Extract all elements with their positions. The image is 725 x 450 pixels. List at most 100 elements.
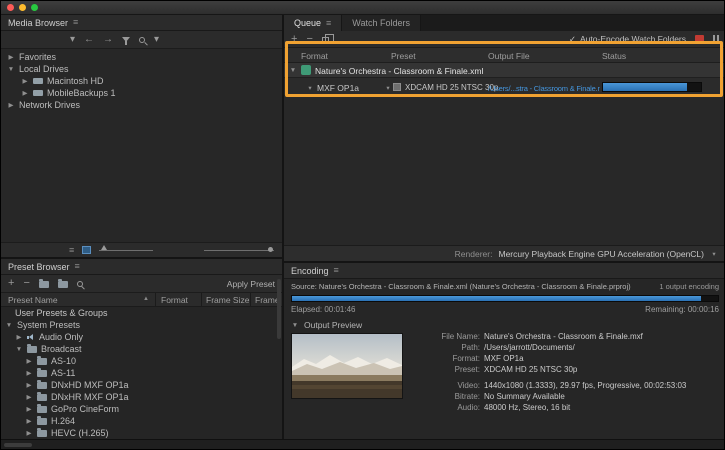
preset-item-hevc[interactable]: ▶ HEVC (H.265)	[1, 427, 282, 439]
tree-item-label: Local Drives	[19, 64, 69, 74]
sort-asc-icon[interactable]: ▲	[143, 296, 149, 302]
preset-scrollbar[interactable]	[277, 279, 281, 339]
thumbnail-view-icon[interactable]	[82, 246, 91, 254]
preset-item-as10[interactable]: ▶ AS-10	[1, 355, 282, 367]
thumbnail-size-slider[interactable]	[99, 250, 153, 251]
detail-value: XDCAM HD 25 NTSC 30p	[484, 364, 577, 375]
tree-item-macintosh-hd[interactable]: ▶ Macintosh HD	[1, 75, 282, 87]
disclosure-closed-icon[interactable]: ▶	[7, 101, 15, 109]
speaker-icon	[27, 333, 35, 341]
tree-item-label: MobileBackups 1	[47, 88, 116, 98]
encoding-title: Encoding	[291, 266, 329, 276]
media-browser-header[interactable]: Media Browser ≡	[1, 15, 282, 31]
panel-menu-icon[interactable]: ≡	[75, 262, 80, 271]
preset-item-gopro[interactable]: ▶ GoPro CineForm	[1, 403, 282, 415]
disclosure-open-icon[interactable]: ▼	[15, 346, 23, 353]
import-preset-icon[interactable]	[58, 281, 68, 288]
output-preview-toggle[interactable]: ▼ Output Preview	[284, 314, 725, 330]
drive-icon	[33, 78, 43, 84]
preset-item-system-presets[interactable]: ▼ System Presets	[1, 319, 282, 331]
tree-item-network-drives[interactable]: ▶ Network Drives	[1, 99, 282, 111]
detail-key: Format:	[422, 353, 480, 364]
disclosure-closed-icon[interactable]: ▶	[21, 77, 29, 85]
scrub-slider[interactable]	[204, 250, 274, 251]
column-header-format[interactable]: Format	[161, 295, 188, 305]
encoding-header[interactable]: Encoding ≡	[284, 263, 725, 279]
preset-item-label: HEVC (H.265)	[51, 428, 109, 438]
tab-queue[interactable]: Queue ≡	[284, 15, 342, 31]
preset-item-dnxhd[interactable]: ▶ DNxHD MXF OP1a	[1, 379, 282, 391]
tree-item-favorites[interactable]: ▶ Favorites	[1, 51, 282, 63]
disclosure-open-icon[interactable]: ▼	[291, 322, 299, 329]
panel-menu-icon[interactable]: ≡	[326, 19, 331, 28]
close-window-button[interactable]	[7, 4, 14, 11]
preset-search-icon[interactable]	[77, 281, 83, 287]
column-header-preset-name[interactable]: Preset Name	[8, 295, 58, 305]
create-group-icon[interactable]	[39, 281, 49, 288]
folder-icon	[37, 382, 47, 389]
encoding-progress-fill	[292, 296, 701, 301]
preset-item-label: AS-10	[51, 356, 76, 366]
panel-menu-icon[interactable]: ≡	[334, 266, 339, 275]
detail-row: Audio: 48000 Hz, Stereo, 16 bit	[422, 402, 686, 413]
renderer-select[interactable]: Mercury Playback Engine GPU Acceleration…	[498, 249, 704, 259]
disclosure-closed-icon[interactable]: ▶	[21, 89, 29, 97]
preset-item-dnxhr[interactable]: ▶ DNxHR MXF OP1a	[1, 391, 282, 403]
detail-value: MXF OP1a	[484, 353, 524, 364]
media-browser-toolbar: ▾ ← → ▾	[1, 31, 282, 49]
outputs-count: 1 output encoding	[659, 282, 719, 291]
detail-row: Path: /Users/jarrott/Documents/	[422, 342, 686, 353]
window-status-bar	[1, 439, 724, 449]
disclosure-closed-icon[interactable]: ▶	[25, 429, 33, 437]
detail-key: Path:	[422, 342, 480, 353]
disclosure-closed-icon[interactable]: ▶	[15, 333, 23, 341]
horizontal-scrollbar[interactable]	[4, 443, 32, 447]
disclosure-closed-icon[interactable]: ▶	[25, 393, 33, 401]
disclosure-closed-icon[interactable]: ▶	[25, 357, 33, 365]
renderer-label: Renderer:	[455, 249, 493, 259]
renderer-dropdown-icon[interactable]: ▾	[710, 250, 718, 258]
highlight-annotation	[285, 41, 723, 97]
preset-item-h264[interactable]: ▶ H.264	[1, 415, 282, 427]
zoom-window-button[interactable]	[31, 4, 38, 11]
apply-preset-button[interactable]: Apply Preset	[227, 279, 275, 289]
disclosure-closed-icon[interactable]: ▶	[7, 53, 15, 61]
minimize-window-button[interactable]	[19, 4, 26, 11]
preset-item-audio-only[interactable]: ▶ Audio Only	[1, 331, 282, 343]
disclosure-open-icon[interactable]: ▼	[5, 322, 13, 329]
delete-preset-icon[interactable]: −	[23, 278, 29, 289]
folder-icon	[37, 358, 47, 365]
queue-tabbar: Queue ≡ Watch Folders	[284, 15, 725, 31]
disclosure-closed-icon[interactable]: ▶	[25, 417, 33, 425]
disclosure-closed-icon[interactable]: ▶	[25, 369, 33, 377]
landscape-image	[292, 334, 402, 398]
disclosure-closed-icon[interactable]: ▶	[25, 381, 33, 389]
preset-item-user-presets[interactable]: User Presets & Groups	[1, 307, 282, 319]
list-view-icon[interactable]: ≡	[69, 246, 74, 255]
encoding-progress-bar	[291, 295, 719, 302]
disclosure-open-icon[interactable]: ▼	[7, 66, 15, 73]
source-dropdown-icon[interactable]: ▾	[70, 35, 75, 45]
slider-handle[interactable]	[101, 245, 107, 250]
tree-item-mobilebackups[interactable]: ▶ MobileBackups 1	[1, 87, 282, 99]
search-icon[interactable]	[139, 37, 145, 43]
slider-knob[interactable]	[268, 247, 273, 252]
back-icon[interactable]: ←	[84, 35, 94, 45]
panel-menu-icon[interactable]: ≡	[73, 18, 78, 27]
disclosure-closed-icon[interactable]: ▶	[25, 405, 33, 413]
search-dropdown-icon[interactable]: ▾	[154, 35, 159, 45]
preset-item-label: System Presets	[17, 320, 80, 330]
create-preset-icon[interactable]: +	[8, 278, 14, 289]
preset-column-headers: Preset Name ▲ Format Frame Size Frame Ra	[1, 293, 282, 307]
preset-item-broadcast[interactable]: ▼ Broadcast	[1, 343, 282, 355]
preset-browser-header[interactable]: Preset Browser ≡	[1, 259, 282, 275]
forward-icon[interactable]: →	[103, 35, 113, 45]
tab-watch-folders[interactable]: Watch Folders	[342, 15, 421, 31]
preset-item-as11[interactable]: ▶ AS-11	[1, 367, 282, 379]
column-header-frame-size[interactable]: Frame Size	[206, 295, 249, 305]
folder-icon	[37, 418, 47, 425]
tree-item-local-drives[interactable]: ▼ Local Drives	[1, 63, 282, 75]
filter-icon[interactable]	[122, 37, 130, 42]
tab-label: Queue	[294, 18, 321, 28]
detail-row: Format: MXF OP1a	[422, 353, 686, 364]
